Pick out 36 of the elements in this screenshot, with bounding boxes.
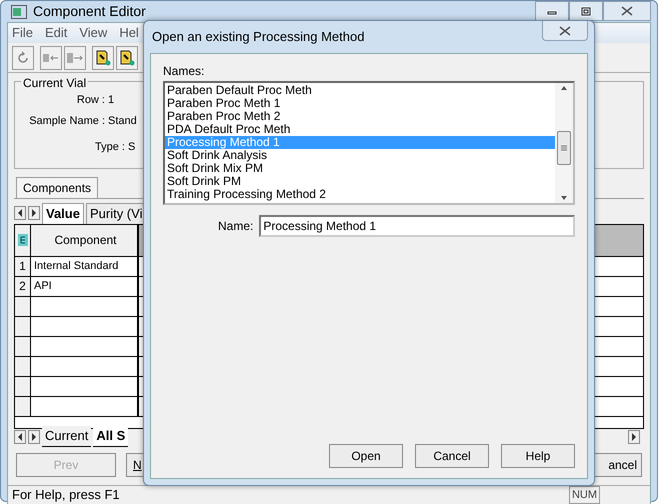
sheet-tab[interactable]: Current	[42, 426, 92, 447]
list-item[interactable]: PDA Default Proc Meth	[165, 123, 555, 136]
list-item[interactable]: Training Processing Method 2	[165, 188, 555, 201]
row-number: 1	[15, 256, 31, 276]
button[interactable]: Help	[501, 444, 575, 468]
field-value: Stand	[108, 114, 137, 128]
list-item[interactable]: Soft Drink Mix PM	[165, 162, 555, 175]
menu-item[interactable]: Edit	[44, 23, 68, 43]
field-label: Type :	[94, 140, 125, 155]
button[interactable]: Cancel	[415, 444, 489, 468]
components-tab[interactable]: Components	[16, 177, 98, 198]
tab[interactable]: Value	[42, 203, 84, 224]
status-text: For Help, press F1	[12, 486, 120, 504]
table-cell: API	[31, 276, 139, 296]
table-cell: Internal Standard	[31, 256, 139, 276]
list-item[interactable]: Paraben Proc Meth 2	[165, 110, 555, 123]
dialog-title: Open an existing Processing Method	[152, 28, 364, 46]
button[interactable]: Open	[329, 444, 403, 468]
row-number: 2	[15, 276, 31, 296]
name-field[interactable]: Processing Method 1	[259, 215, 575, 237]
list-item[interactable]: Paraben Default Proc Meth	[165, 84, 555, 97]
menu-item[interactable]: Hel	[119, 23, 139, 43]
field-label: Row :	[76, 93, 105, 108]
list-label: Names:	[163, 63, 206, 80]
menu-item[interactable]: View	[79, 23, 108, 43]
list-item[interactable]: Soft Drink PM	[165, 175, 555, 188]
field-label: Name:	[218, 218, 254, 235]
field-value: S	[128, 140, 136, 155]
status-indicator: NUM	[568, 486, 600, 504]
list-item[interactable]: Paraben Proc Meth 1	[165, 97, 555, 110]
field-label: Sample Name :	[28, 114, 105, 128]
menu-item[interactable]: File	[12, 23, 33, 43]
window-title: Component Editor	[33, 2, 146, 21]
sheet-tab[interactable]: All S	[93, 426, 128, 447]
list-item[interactable]: Soft Drink Analysis	[165, 149, 555, 162]
field-value: 1	[108, 93, 114, 108]
